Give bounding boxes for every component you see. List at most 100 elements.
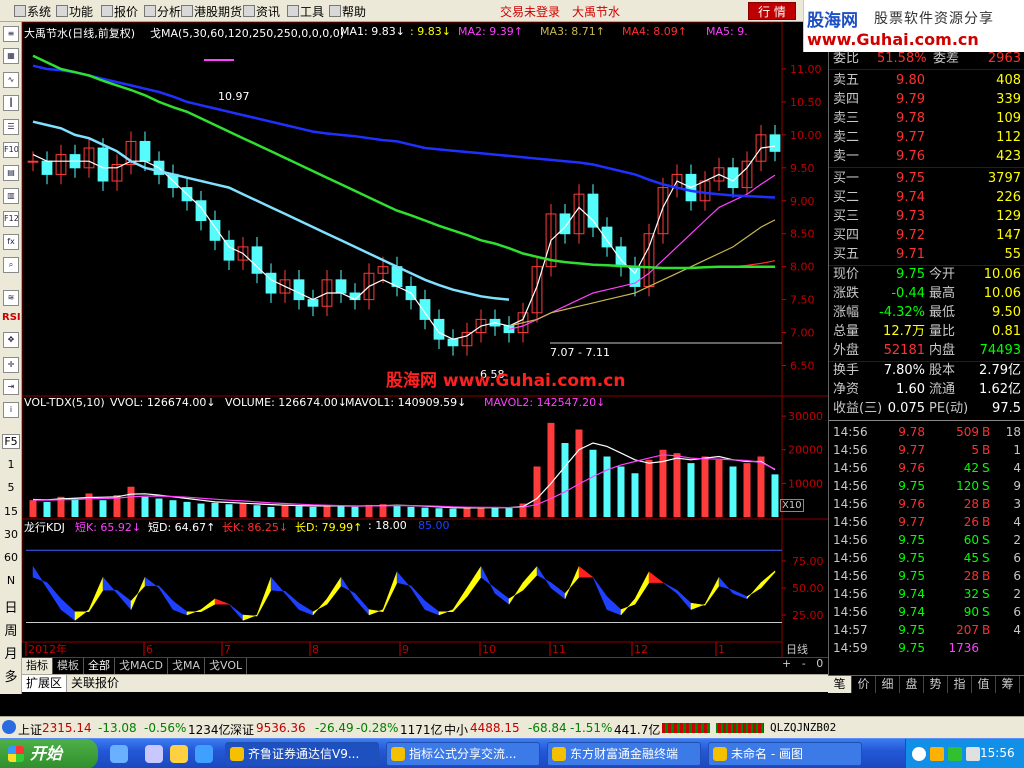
chart-icon[interactable]: ▤ [3, 165, 19, 181]
move-icon[interactable]: ✥ [3, 332, 19, 348]
tray-network-icon[interactable] [912, 747, 926, 761]
ask-price[interactable]: 9.78 [869, 110, 925, 128]
tab-ma[interactable]: 戈MA [168, 658, 205, 674]
task-paint[interactable]: 未命名 - 画图 [708, 742, 862, 766]
menu-hk-futures[interactable]: 港股期货 [180, 3, 242, 20]
grid-icon[interactable]: ▦ [3, 48, 19, 64]
tray-volume-icon[interactable] [966, 747, 980, 761]
menu-function[interactable]: 功能 [55, 3, 93, 20]
quote-tab[interactable]: 指 [948, 676, 972, 693]
bid-price[interactable]: 9.73 [869, 208, 925, 226]
ask-volume: 109 [996, 111, 1021, 126]
ask-price[interactable]: 9.77 [869, 129, 925, 147]
tray-security-icon[interactable] [948, 747, 962, 761]
menu-help[interactable]: 帮助 [328, 3, 366, 20]
candle-chart-icon[interactable]: ┃ [3, 95, 19, 111]
candle-body [769, 134, 781, 152]
tab-vol[interactable]: 戈VOL [205, 658, 248, 674]
tick-count: 9 [1013, 479, 1021, 493]
info-icon[interactable]: i [3, 402, 19, 418]
zoom-out-button[interactable]: - [802, 657, 806, 670]
menu-system[interactable]: 系统 [13, 3, 51, 20]
bid-price[interactable]: 9.72 [869, 227, 925, 245]
zx-index-pct: -1.51% [570, 721, 613, 735]
period-n[interactable]: N [2, 574, 20, 587]
ask-price[interactable]: 9.79 [869, 91, 925, 109]
quicklaunch-explorer-icon[interactable] [145, 745, 163, 763]
hangqing-button[interactable]: 行 情 [748, 2, 796, 20]
tab-template[interactable]: 模板 [53, 658, 84, 674]
ask-price[interactable]: 9.76 [869, 148, 925, 166]
tick-row: 14:56 9.76 28 B 3 [829, 495, 1024, 513]
quicklaunch-folder-icon[interactable] [170, 745, 188, 763]
notebook-icon[interactable]: ≡ [3, 26, 19, 42]
f10-icon[interactable]: F10 [3, 142, 19, 158]
period-day[interactable]: 日 [2, 597, 20, 616]
period-60min[interactable]: 60 [2, 551, 20, 564]
menu-quote[interactable]: 报价 [100, 3, 138, 20]
quote-tab[interactable]: 笔 [828, 676, 852, 693]
stat-label: 最高 [929, 286, 956, 301]
ask-price[interactable]: 9.80 [869, 72, 925, 90]
period-multi[interactable]: 多 [2, 666, 20, 685]
list-icon[interactable]: ☰ [3, 119, 19, 135]
sz-index-name[interactable]: 深证 [230, 721, 254, 738]
market-breadth-bar [662, 723, 710, 733]
tray-shield-icon[interactable] [930, 747, 944, 761]
task-forum[interactable]: 指标公式分享交流... [386, 742, 540, 766]
tab-all[interactable]: 全部 [84, 658, 115, 674]
sh-index-name[interactable]: 上证 [18, 721, 42, 738]
export-icon[interactable]: ⇥ [3, 379, 19, 395]
period-week[interactable]: 周 [2, 620, 20, 639]
quicklaunch-desktop-icon[interactable] [110, 745, 128, 763]
f12-icon[interactable]: F12 [3, 211, 19, 227]
move-alt-icon[interactable]: ✛ [3, 357, 19, 373]
bid-price[interactable]: 9.74 [869, 189, 925, 207]
trade-login-status[interactable]: 交易未登录 [500, 3, 560, 20]
indicator-icon[interactable]: ≋ [3, 290, 19, 306]
tab-indicator[interactable]: 指标 [22, 658, 53, 674]
tab-macd[interactable]: 戈MACD [115, 658, 168, 674]
kdj-ribbon-segment [494, 587, 510, 605]
period-month[interactable]: 月 [2, 643, 20, 662]
quote-tab[interactable]: 值 [972, 676, 996, 693]
task-tdx[interactable]: 齐鲁证券通达信V9... [225, 742, 379, 766]
quote-tab[interactable]: 势 [924, 676, 948, 693]
zoom-in-button[interactable]: + [782, 657, 791, 670]
kdj-ribbon-segment [634, 571, 650, 606]
quicklaunch-ie-icon[interactable] [195, 745, 213, 763]
bid-label: 买四 [833, 228, 860, 243]
menu-analysis[interactable]: 分析 [143, 3, 181, 20]
line-chart-icon[interactable]: ∿ [3, 72, 19, 88]
tab-related-quotes[interactable]: 关联报价 [67, 675, 123, 692]
zoom-reset-button[interactable]: 0 [816, 657, 823, 670]
magnifier-icon[interactable]: ⌕ [3, 257, 19, 273]
tab-extension-area[interactable]: 扩展区 [22, 675, 68, 692]
bid-price[interactable]: 9.75 [869, 170, 925, 188]
quote-tab[interactable]: 价 [852, 676, 876, 693]
menu-tools[interactable]: 工具 [286, 3, 324, 20]
zx-index-name[interactable]: 中小 [444, 721, 468, 738]
task-eastmoney[interactable]: 东方财富通金融终端 [547, 742, 701, 766]
formula-icon[interactable]: fx [3, 234, 19, 250]
f5-button[interactable]: F5 [2, 434, 20, 449]
stat-value: 74493 [979, 343, 1021, 358]
tile-icon[interactable]: ▥ [3, 188, 19, 204]
period-30min[interactable]: 30 [2, 528, 20, 541]
quote-tab[interactable]: 筹 [996, 676, 1020, 693]
quote-tab[interactable]: 细 [876, 676, 900, 693]
bid-price[interactable]: 9.71 [869, 246, 925, 264]
kdj-ribbon-segment [396, 571, 412, 589]
start-button[interactable]: 开始 [0, 739, 98, 768]
chart-area[interactable]: 11.00 10.50 10.00 9.50 9.00 8.50 8.00 7.50 7.00 6… [22, 22, 828, 657]
period-15min[interactable]: 15 [2, 505, 20, 518]
sz-index-value: 9536.36 [256, 721, 306, 735]
period-5min[interactable]: 5 [2, 481, 20, 494]
quote-tab[interactable]: 盘 [900, 676, 924, 693]
tick-volume: 28 [963, 497, 979, 511]
kdj-value-2: 85.00 [418, 519, 450, 532]
period-1min[interactable]: 1 [2, 458, 20, 471]
rsi-button[interactable]: RSI [2, 312, 21, 323]
price-tick-label: 7.50 [790, 294, 815, 307]
menu-info[interactable]: 资讯 [242, 3, 280, 20]
